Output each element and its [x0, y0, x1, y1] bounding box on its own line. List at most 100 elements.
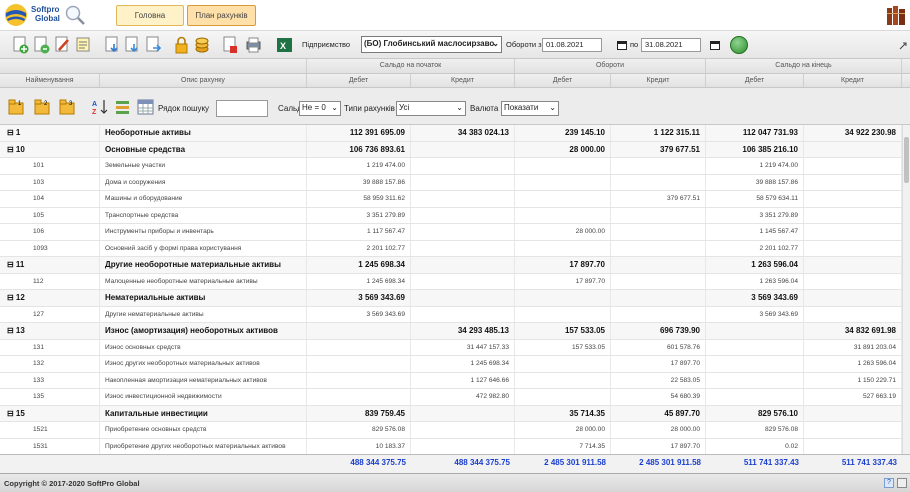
tab-chart-of-accounts[interactable]: План рахунків	[187, 5, 256, 26]
debit-turnover: 17 897.70	[515, 273, 611, 289]
tab-home[interactable]: Головна	[116, 5, 184, 26]
credit-closing	[804, 306, 902, 322]
enterprise-select[interactable]: (БО) Глобинський маслосирзаво ⌄	[361, 36, 502, 53]
table-row[interactable]: 135 Износ инвестиционной недвижимости 472 …	[0, 389, 902, 406]
header-name[interactable]: Найменування	[0, 74, 100, 87]
add-account-icon[interactable]	[12, 36, 29, 54]
level-2-folder-icon[interactable]: 2	[34, 98, 51, 116]
account-code: 133	[0, 372, 100, 388]
search-row-label: Рядок пошуку	[158, 104, 210, 113]
sort-az-icon[interactable]: AZ	[92, 98, 109, 116]
table-row[interactable]: 106 Инструменты приборы и инвентарь 1 117 …	[0, 224, 902, 241]
column-group-header: Сальдо на початок Обороти Сальдо на кіне…	[0, 59, 910, 74]
table-row[interactable]: 132 Износ других необоротных материальных…	[0, 356, 902, 373]
table-row[interactable]: 101 Земельные участки 1 219 474.00 1 219 47…	[0, 158, 902, 175]
excel-export-icon[interactable]: X	[276, 36, 293, 54]
edit-icon[interactable]	[54, 36, 71, 54]
table-row[interactable]: 133 Накопленная амортизация нематериальны…	[0, 372, 902, 389]
debit-opening	[307, 323, 411, 339]
header-credit-turnover[interactable]: Кредит	[611, 74, 706, 87]
filter-rows-icon[interactable]	[114, 98, 131, 116]
search-row-input[interactable]	[216, 100, 268, 117]
account-types-select[interactable]: Усі ⌄	[396, 101, 466, 116]
credit-turnover: 379 677.51	[611, 141, 706, 157]
exit-icon[interactable]	[897, 478, 907, 488]
table-group-row[interactable]: ⊟ 15 Капитальные инвестиции 839 759.45 35 7…	[0, 405, 902, 422]
expand-icon[interactable]	[899, 42, 907, 50]
saldo-select-value: Не = 0	[302, 103, 326, 112]
debit-opening	[307, 389, 411, 405]
saldo-select[interactable]: Не = 0 ⌄	[299, 101, 341, 116]
account-description: Износ других необоротных материальных ак…	[100, 356, 307, 372]
debit-closing: 106 385 216.10	[706, 141, 804, 157]
credit-closing	[804, 224, 902, 240]
brand-name: Softpro	[31, 5, 60, 14]
level-3-folder-icon[interactable]: 3	[59, 98, 76, 116]
currency-select[interactable]: Показати ⌄	[501, 101, 559, 116]
scroll-thumb[interactable]	[904, 137, 909, 183]
table-row[interactable]: 127 Другие нематериальные активы 3 569 343…	[0, 306, 902, 323]
import-down-icon[interactable]	[104, 36, 121, 54]
table-row[interactable]: 131 Износ основных средств 31 447 157.33 15…	[0, 339, 902, 356]
table-row[interactable]: 1531 Приобретение других необоротных мате…	[0, 438, 902, 454]
debit-closing: 829 576.10	[706, 405, 804, 421]
header-spacer	[0, 59, 307, 73]
move-right-icon[interactable]	[145, 36, 162, 54]
account-code: 1531	[0, 438, 100, 454]
credit-closing	[804, 207, 902, 223]
table-group-row[interactable]: ⊟ 13 Износ (амортизация) необоротных акти…	[0, 323, 902, 340]
credit-opening	[411, 438, 515, 454]
debit-opening: 112 391 695.09	[307, 125, 411, 141]
debit-opening: 3 569 343.69	[307, 306, 411, 322]
header-debit-turnover[interactable]: Дебет	[515, 74, 611, 87]
delete-document-icon[interactable]	[222, 36, 239, 54]
calendar-from-icon[interactable]	[617, 40, 627, 50]
debit-turnover: 28 000.00	[515, 224, 611, 240]
notes-icon[interactable]	[75, 36, 92, 54]
total-debit-closing: 511 741 337.43	[743, 458, 799, 467]
table-row[interactable]: 103 Дома и сооружения 39 888 157.86 39 888 …	[0, 174, 902, 191]
header-debit-opening[interactable]: Дебет	[307, 74, 411, 87]
debit-turnover: 157 533.05	[515, 323, 611, 339]
table-row[interactable]: 112 Малоценные необоротные материальные а…	[0, 273, 902, 290]
table-row[interactable]: 1521 Приобретение основных средств 829 576…	[0, 422, 902, 439]
credit-turnover: 17 897.70	[611, 356, 706, 372]
table-group-row[interactable]: ⊟ 12 Нематериальные активы 3 569 343.69 3 5…	[0, 290, 902, 307]
level-1-folder-icon[interactable]: 1	[8, 98, 25, 116]
debit-opening: 10 183.37	[307, 438, 411, 454]
table-group-row[interactable]: ⊟ 10 Основные средства 106 736 893.61 28 00…	[0, 141, 902, 158]
softpro-logo[interactable]: Softpro Global	[4, 3, 90, 29]
date-from-input[interactable]: 01.08.2021	[542, 38, 602, 52]
credit-closing	[804, 290, 902, 306]
total-credit-turnover: 2 485 301 911.58	[639, 458, 701, 467]
header-debit-closing[interactable]: Дебет	[706, 74, 804, 87]
copy-account-icon[interactable]	[33, 36, 50, 54]
account-description: Другие нематериальные активы	[100, 306, 307, 322]
header-description[interactable]: Опис рахунку	[100, 74, 307, 87]
table-row[interactable]: 104 Машины и оборудование 58 959 311.62 379…	[0, 191, 902, 208]
account-types-value: Усі	[399, 103, 410, 112]
calendar-to-icon[interactable]	[710, 40, 720, 50]
grid-scrollbar[interactable]	[902, 125, 910, 454]
help-icon[interactable]: ?	[884, 478, 894, 488]
debit-turnover	[515, 372, 611, 388]
coins-icon[interactable]	[194, 36, 211, 54]
refresh-icon[interactable]	[730, 36, 748, 54]
account-description: Износ инвестиционной недвижимости	[100, 389, 307, 405]
header-credit-closing[interactable]: Кредит	[804, 74, 902, 87]
header-credit-opening[interactable]: Кредит	[411, 74, 515, 87]
credit-turnover: 45 897.70	[611, 405, 706, 421]
table-row[interactable]: 1093 Основний засіб у формі права користу…	[0, 240, 902, 257]
print-icon[interactable]	[245, 36, 262, 54]
currency-label: Валюта	[470, 104, 499, 113]
search-icon[interactable]	[64, 4, 86, 26]
books-icon[interactable]	[886, 5, 906, 26]
lock-icon[interactable]	[173, 36, 190, 54]
table-group-row[interactable]: ⊟ 1 Необоротные активы 112 391 695.09 34 38…	[0, 125, 902, 142]
date-to-input[interactable]: 31.08.2021	[641, 38, 701, 52]
table-view-icon[interactable]	[137, 98, 154, 116]
total-credit-opening: 488 344 375.75	[454, 458, 510, 467]
table-group-row[interactable]: ⊟ 11 Другие необоротные материальные акти…	[0, 257, 902, 274]
table-row[interactable]: 105 Транспортные средства 3 351 279.89 3 35…	[0, 207, 902, 224]
move-down-icon[interactable]	[124, 36, 141, 54]
